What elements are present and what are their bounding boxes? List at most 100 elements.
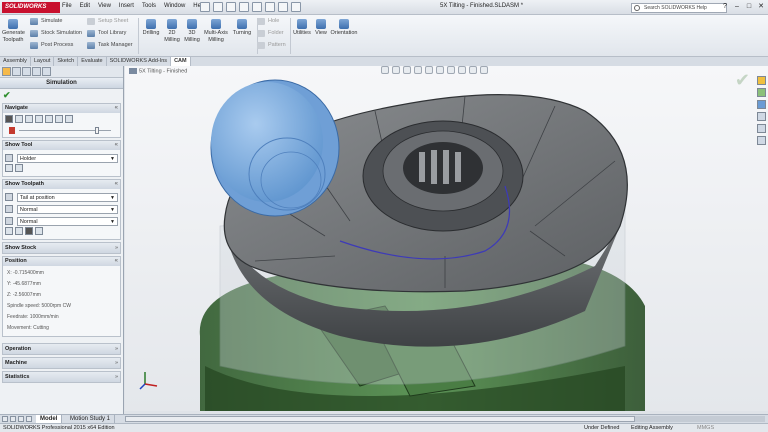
property-manager-icon[interactable]	[12, 67, 21, 76]
machine-section[interactable]: Machine »	[2, 357, 121, 369]
post-process-button[interactable]: Post Process	[30, 42, 73, 49]
scrollbar-thumb[interactable]	[125, 416, 635, 422]
play-back-icon[interactable]	[25, 115, 33, 123]
rewind-icon[interactable]	[5, 115, 13, 123]
tool-tree-icon[interactable]	[42, 67, 51, 76]
prev-tab-icon[interactable]	[10, 416, 16, 422]
search-input[interactable]: Search SOLIDWORKS Help	[631, 3, 727, 13]
utilities-button[interactable]: Utilities	[292, 19, 312, 37]
tab-sketch[interactable]: Sketch	[54, 57, 79, 66]
collapse-icon[interactable]: «	[115, 104, 118, 113]
close-icon[interactable]: ✕	[756, 2, 766, 12]
speed-slider[interactable]	[5, 126, 118, 135]
menu-view[interactable]: View	[98, 3, 111, 9]
appearances-icon[interactable]	[757, 124, 766, 133]
menu-edit[interactable]: Edit	[80, 3, 90, 9]
menu-window[interactable]: Window	[164, 3, 185, 9]
configuration-icon[interactable]	[22, 67, 31, 76]
menu-file[interactable]: File	[62, 3, 72, 9]
help-icon[interactable]: ?	[720, 2, 730, 12]
navigate-header[interactable]: Navigate «	[3, 104, 120, 113]
units-selector[interactable]: MMGS	[697, 424, 714, 432]
minimize-icon[interactable]: –	[732, 2, 742, 12]
simulate-button[interactable]: Simulate	[30, 18, 62, 25]
scene-icon[interactable]	[469, 66, 477, 74]
options-icon[interactable]	[291, 2, 301, 12]
generate-toolpath-button[interactable]: Generate Toolpath	[2, 19, 25, 44]
turning-button[interactable]: Turning	[231, 19, 253, 37]
show-tool-select[interactable]: Holder ▼	[16, 153, 118, 163]
last-tab-icon[interactable]	[26, 416, 32, 422]
tab-layout[interactable]: Layout	[31, 57, 55, 66]
resources-icon[interactable]	[757, 76, 766, 85]
fast-forward-icon[interactable]	[65, 115, 73, 123]
view-palette-icon[interactable]	[757, 112, 766, 121]
design-library-icon[interactable]	[757, 88, 766, 97]
toolpath-select[interactable]: Tail at position ▼	[16, 192, 118, 202]
collapse-icon[interactable]: «	[115, 141, 118, 150]
display-mode-select-2[interactable]: Normal ▼	[16, 216, 118, 226]
tool-library-button[interactable]: Tool Library	[87, 30, 126, 37]
step-forward-icon[interactable]	[55, 115, 63, 123]
display-style-icon[interactable]	[436, 66, 444, 74]
menu-tools[interactable]: Tools	[142, 3, 156, 9]
tab-add-ins[interactable]: SOLIDWORKS Add-Ins	[107, 57, 172, 66]
menu-insert[interactable]: Insert	[119, 3, 134, 9]
statistics-section[interactable]: Statistics »	[2, 371, 121, 383]
expand-icon[interactable]: »	[115, 372, 118, 383]
display-option-icon[interactable]	[15, 227, 23, 235]
view-button[interactable]: View	[314, 19, 328, 37]
task-manager-button[interactable]: Task Manager	[87, 42, 133, 49]
solidworks-logo[interactable]: SOLIDWORKS	[2, 2, 60, 13]
orientation-button[interactable]: Orientation	[330, 19, 358, 37]
multi-axis-milling-button[interactable]: Multi-Axis Milling	[203, 19, 229, 44]
next-tab-icon[interactable]	[18, 416, 24, 422]
2d-milling-button[interactable]: 2D Milling	[163, 19, 181, 44]
previous-view-icon[interactable]	[403, 66, 411, 74]
play-icon[interactable]	[45, 115, 53, 123]
appearance-icon[interactable]	[458, 66, 466, 74]
display-option-icon[interactable]	[25, 227, 33, 235]
section-view-icon[interactable]	[414, 66, 422, 74]
hole-button[interactable]: Hole	[257, 18, 279, 25]
tab-evaluate[interactable]: Evaluate	[78, 57, 107, 66]
view-settings-icon[interactable]	[480, 66, 488, 74]
tool-option-icon[interactable]	[5, 164, 13, 172]
position-header[interactable]: Position «	[3, 257, 120, 266]
operation-tree-icon[interactable]	[32, 67, 41, 76]
display-option-icon[interactable]	[5, 227, 13, 235]
display-mode-select-1[interactable]: Normal ▼	[16, 204, 118, 214]
print-icon[interactable]	[239, 2, 249, 12]
hide-show-icon[interactable]	[447, 66, 455, 74]
view-orientation-icon[interactable]	[425, 66, 433, 74]
undo-icon[interactable]	[252, 2, 262, 12]
folder-button[interactable]: Folder	[257, 30, 284, 37]
maximize-icon[interactable]: □	[744, 2, 754, 12]
ok-check-icon[interactable]: ✔	[3, 90, 11, 100]
pause-icon[interactable]	[35, 115, 43, 123]
zoom-to-area-icon[interactable]	[392, 66, 400, 74]
setup-sheet-button[interactable]: Setup Sheet	[87, 18, 128, 25]
collapse-icon[interactable]: «	[115, 180, 118, 189]
show-toolpath-header[interactable]: Show Toolpath «	[3, 180, 120, 189]
save-icon[interactable]	[226, 2, 236, 12]
collapse-icon[interactable]: «	[115, 257, 118, 266]
step-back-icon[interactable]	[15, 115, 23, 123]
slider-thumb[interactable]	[95, 127, 99, 134]
stock-simulation-button[interactable]: Stock Simulation	[30, 30, 82, 37]
expand-icon[interactable]: »	[115, 243, 118, 254]
first-tab-icon[interactable]	[2, 416, 8, 422]
graphics-viewport[interactable]: 5X Tilting - Finished ✔	[125, 66, 768, 411]
viewport-feature-tree[interactable]: 5X Tilting - Finished	[129, 68, 187, 74]
pattern-button[interactable]: Pattern	[257, 42, 286, 49]
show-stock-section[interactable]: Show Stock »	[2, 242, 121, 254]
confirmation-corner-icon[interactable]: ✔	[735, 70, 750, 91]
horizontal-scrollbar[interactable]	[125, 416, 765, 422]
custom-properties-icon[interactable]	[757, 136, 766, 145]
tab-assembly[interactable]: Assembly	[0, 57, 31, 66]
3d-milling-button[interactable]: 3D Milling	[183, 19, 201, 44]
new-icon[interactable]	[200, 2, 210, 12]
drilling-button[interactable]: Drilling	[141, 19, 161, 37]
zoom-to-fit-icon[interactable]	[381, 66, 389, 74]
operation-section[interactable]: Operation »	[2, 343, 121, 355]
